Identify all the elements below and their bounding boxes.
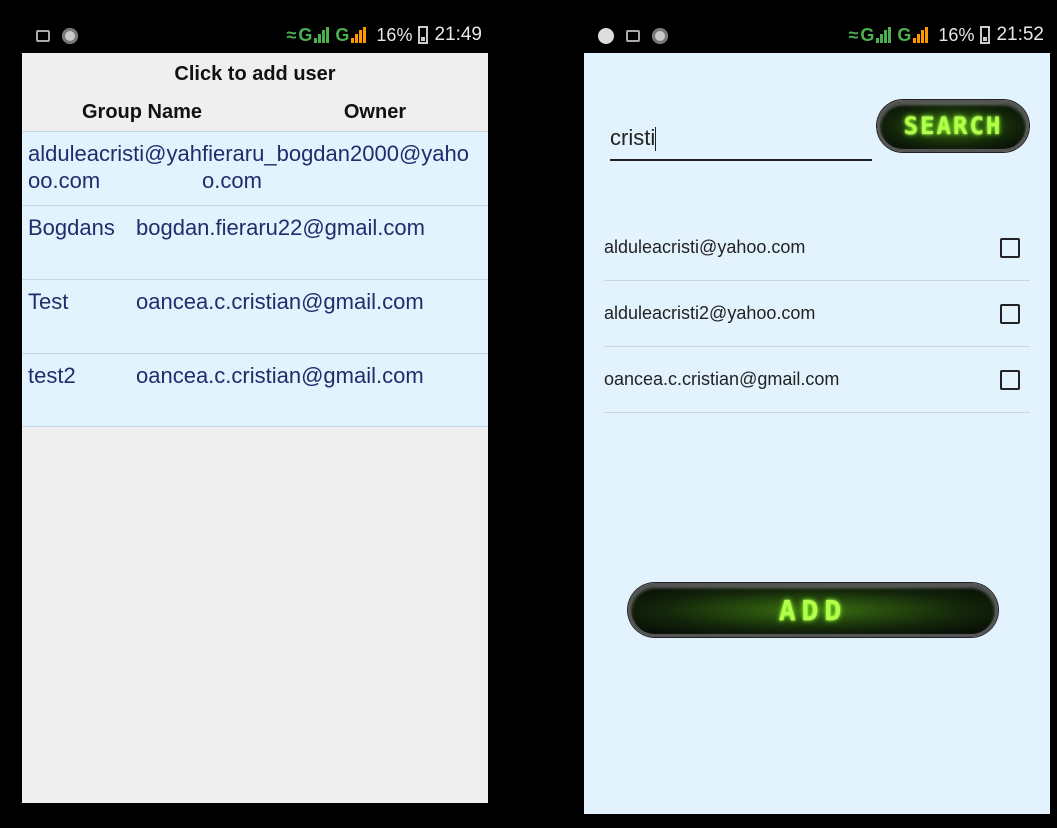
search-input[interactable]: cristi bbox=[610, 123, 872, 161]
search-button[interactable]: SEARCH bbox=[877, 100, 1029, 152]
user-email: alduleacristi2@yahoo.com bbox=[604, 303, 816, 323]
image-icon bbox=[36, 30, 50, 42]
right-phone: ≈ G G 16% 21:52 cristi SEARCH alduleacri… bbox=[584, 0, 1050, 828]
owner-cell: oancea.c.cristian@gmail.com bbox=[136, 289, 424, 314]
user-email: oancea.c.cristian@gmail.com bbox=[604, 369, 840, 389]
user-email: alduleacristi@yahoo.com bbox=[604, 237, 806, 257]
owner-cell: bogdan.fieraru22@gmail.com bbox=[136, 215, 425, 240]
clock: 21:52 bbox=[996, 24, 1044, 45]
group-name-cell: alduleacristi@yahoo.com bbox=[28, 141, 202, 193]
messenger-icon bbox=[598, 28, 614, 44]
battery-icon bbox=[418, 26, 429, 44]
user-results-list: alduleacristi@yahoo.com alduleacristi2@y… bbox=[604, 215, 1030, 413]
image-icon bbox=[626, 30, 640, 42]
owner-cell: fieraru_bogdan2000@yahoo.com bbox=[202, 141, 469, 193]
network-type-g: G bbox=[335, 24, 350, 45]
network-type-g: G bbox=[860, 24, 875, 45]
wifi-icon: ≈ bbox=[848, 24, 859, 45]
list-item[interactable]: alduleacristi2@yahoo.com bbox=[604, 281, 1030, 347]
battery-percent: 16% bbox=[938, 24, 975, 45]
column-header-group-name: Group Name bbox=[81, 100, 203, 123]
groups-screen: Click to add user Group Name Owner aldul… bbox=[22, 53, 488, 803]
search-users-screen: cristi SEARCH alduleacristi@yahoo.com al… bbox=[584, 53, 1050, 814]
group-name-cell: test2 bbox=[28, 363, 76, 388]
table-header: Group Name Owner bbox=[22, 93, 488, 131]
battery-percent: 16% bbox=[376, 24, 413, 45]
table-row[interactable]: alduleacristi@yahoo.com fieraru_bogdan20… bbox=[22, 131, 488, 205]
network-type-g: G bbox=[298, 24, 313, 45]
select-checkbox[interactable] bbox=[1000, 303, 1020, 324]
column-header-owner: Owner bbox=[343, 100, 407, 123]
network-type-g: G bbox=[897, 24, 912, 45]
owner-cell: oancea.c.cristian@gmail.com bbox=[136, 363, 424, 388]
group-name-cell: Test bbox=[28, 289, 69, 314]
search-input-value: cristi bbox=[610, 125, 656, 150]
add-user-button[interactable]: Click to add user bbox=[22, 53, 488, 93]
wifi-icon: ≈ bbox=[286, 24, 297, 45]
shield-icon bbox=[652, 28, 668, 44]
shield-icon bbox=[62, 28, 78, 44]
status-bar: ≈ G G 16% 21:52 bbox=[584, 22, 1050, 52]
table-row[interactable]: Test oancea.c.cristian@gmail.com bbox=[22, 279, 488, 353]
left-phone: ≈ G G 16% 21:49 Click to add user Group … bbox=[22, 0, 488, 828]
select-checkbox[interactable] bbox=[1000, 237, 1020, 258]
group-name-cell: Bogdans bbox=[28, 215, 115, 240]
signal-icon bbox=[314, 27, 330, 43]
list-item[interactable]: alduleacristi@yahoo.com bbox=[604, 215, 1030, 281]
signal-icon bbox=[351, 27, 367, 43]
signal-icon bbox=[876, 27, 892, 43]
list-item[interactable]: oancea.c.cristian@gmail.com bbox=[604, 347, 1030, 413]
add-button[interactable]: ADD bbox=[628, 583, 998, 637]
table-row[interactable]: test2 oancea.c.cristian@gmail.com bbox=[22, 353, 488, 427]
status-bar: ≈ G G 16% 21:49 bbox=[22, 22, 488, 52]
text-cursor bbox=[655, 127, 657, 152]
battery-icon bbox=[980, 26, 991, 44]
select-checkbox[interactable] bbox=[1000, 369, 1020, 390]
table-row[interactable]: Bogdans bogdan.fieraru22@gmail.com bbox=[22, 205, 488, 279]
clock: 21:49 bbox=[434, 24, 482, 45]
signal-icon bbox=[913, 27, 929, 43]
